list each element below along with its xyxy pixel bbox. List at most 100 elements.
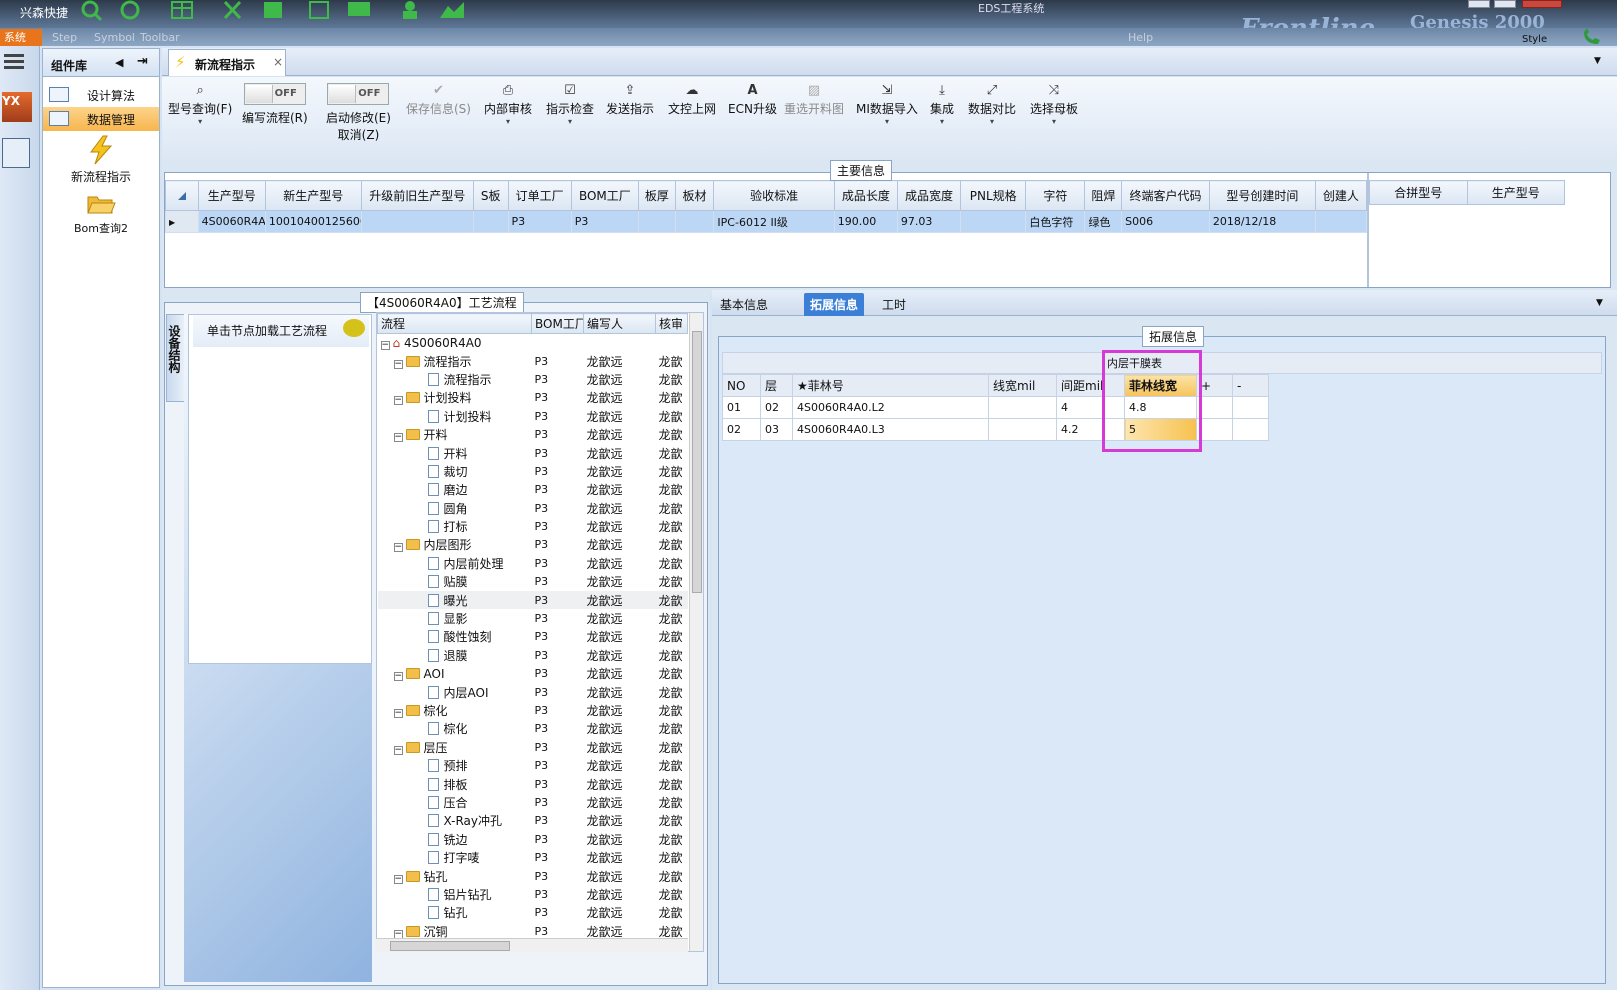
tree-node-cell[interactable]: 酸性蚀刻: [378, 628, 532, 646]
column-header[interactable]: 生产型号: [197, 180, 266, 211]
tree-node-cell[interactable]: X-Ray冲孔: [378, 812, 532, 830]
tree-node-cell[interactable]: 打字唛: [378, 848, 532, 866]
tree-node-cell[interactable]: 磨边: [378, 481, 532, 499]
column-header[interactable]: BOM工厂: [570, 180, 640, 211]
table-cell[interactable]: P3: [570, 210, 640, 233]
nav-item-data-management[interactable]: 数据管理: [43, 107, 159, 131]
table-cell[interactable]: 02: [760, 396, 793, 419]
tree-node-cell[interactable]: 棕化: [378, 720, 532, 738]
phone-icon[interactable]: [1580, 28, 1604, 46]
scrollbar-thumb[interactable]: [692, 331, 702, 593]
menu-icon[interactable]: [4, 54, 24, 57]
cancel-button[interactable]: 取消(Z): [326, 126, 391, 143]
collapse-icon[interactable]: −: [393, 709, 403, 718]
dropdown-arrow-icon[interactable]: ▾: [856, 117, 918, 126]
tree-node-cell[interactable]: − 钻孔: [378, 867, 532, 885]
tree-node-cell[interactable]: − 开料: [378, 425, 532, 443]
tree-node-cell[interactable]: 显影: [378, 609, 532, 627]
table-cell[interactable]: P3: [507, 210, 572, 233]
tab-work-hours[interactable]: 工时: [876, 293, 912, 316]
table-cell[interactable]: [1314, 210, 1368, 233]
toggle-switch[interactable]: OFF: [243, 83, 306, 105]
column-header[interactable]: 板材: [674, 180, 715, 211]
table-cell[interactable]: 97.03: [896, 210, 962, 233]
collapse-icon[interactable]: −: [393, 543, 403, 553]
tree-node-row[interactable]: 计划投料 P3 龙歆远 龙歆: [378, 407, 688, 425]
column-header[interactable]: 层: [760, 374, 793, 397]
column-header[interactable]: S板: [472, 180, 509, 211]
toggle-switch[interactable]: OFF: [327, 83, 390, 105]
tool-new-process-instruction[interactable]: 新流程指示: [43, 135, 159, 185]
tree-node-row[interactable]: 磨边 P3 龙歆远 龙歆: [378, 481, 688, 499]
collapse-icon[interactable]: −: [380, 340, 390, 350]
column-header[interactable]: 成品宽度: [896, 180, 962, 211]
merged-model-table[interactable]: 合拼型号 生产型号: [1369, 180, 1565, 205]
column-header[interactable]: 订单工厂: [507, 180, 572, 211]
dropdown-arrow-icon[interactable]: ▾: [968, 117, 1016, 126]
column-header[interactable]: 升级前旧生产型号: [360, 180, 474, 211]
table-cell[interactable]: 白色字符: [1025, 210, 1086, 233]
tree-node-cell[interactable]: 预排: [378, 756, 532, 774]
tree-node-cell[interactable]: 圆角: [378, 499, 532, 517]
column-header[interactable]: 终端客户代码: [1121, 180, 1210, 211]
column-header[interactable]: 流程: [377, 313, 532, 334]
tree-node-row[interactable]: 钻孔 P3 龙歆远 龙歆: [378, 904, 688, 922]
tab-list-dropdown-icon[interactable]: ▼: [1594, 56, 1601, 66]
write-process-toggle[interactable]: OFF 编写流程(R): [242, 83, 308, 126]
tree-node-row[interactable]: 内层前处理 P3 龙歆远 龙歆: [378, 554, 688, 572]
doc-control-online-button[interactable]: ☁ 文控上网: [668, 83, 716, 117]
dropdown-arrow-icon[interactable]: ▾: [168, 117, 232, 126]
table-cell[interactable]: 绿色: [1084, 210, 1123, 233]
style-menu[interactable]: Style: [1522, 34, 1547, 45]
tree-node-row[interactable]: − 内层图形 P3 龙歆远 龙歆: [378, 536, 688, 554]
table-cell[interactable]: 10010400125606: [264, 210, 362, 233]
tree-node-row[interactable]: − AOI P3 龙歆远 龙歆: [378, 665, 688, 683]
ecn-upgrade-button[interactable]: A ECN升级: [728, 83, 777, 117]
tree-node-row[interactable]: X-Ray冲孔 P3 龙歆远 龙歆: [378, 812, 688, 830]
maximize-button[interactable]: [1494, 0, 1516, 8]
menu-item-symbol[interactable]: Symbol: [94, 31, 135, 44]
table-cell[interactable]: [988, 396, 1057, 419]
reselect-cutting-chart-button[interactable]: ▨ 重选开料图: [784, 83, 844, 117]
tree-node-row[interactable]: 流程指示 P3 龙歆远 龙歆: [378, 370, 688, 388]
table-cell[interactable]: 03: [760, 418, 793, 441]
table-cell[interactable]: [1232, 418, 1269, 441]
tree-node-row[interactable]: 棕化 P3 龙歆远 龙歆: [378, 720, 688, 738]
tree-root-row[interactable]: − ⌂ 4S0060R4A0: [378, 334, 688, 352]
tree-node-row[interactable]: − 棕化 P3 龙歆远 龙歆: [378, 701, 688, 719]
table-row[interactable]: ▶ 4S0060R4A010010400125606 P3P3 IPC-6012 II…: [165, 210, 1368, 233]
column-header[interactable]: 新生产型号: [264, 180, 362, 211]
column-header[interactable]: 核审: [655, 313, 688, 334]
column-header[interactable]: PNL规格: [960, 180, 1027, 211]
nav-item-design-algorithm[interactable]: 设计算法: [43, 83, 159, 107]
quick-access-toolbar[interactable]: [80, 0, 500, 24]
tree-node-cell[interactable]: 内层前处理: [378, 554, 532, 572]
table-cell[interactable]: [988, 418, 1057, 441]
tree-node-cell[interactable]: 钻孔: [378, 904, 532, 922]
side-tab-equipment-structure[interactable]: 设备结构: [166, 314, 186, 402]
table-cell[interactable]: [674, 210, 715, 233]
instruction-check-button[interactable]: ☑ 指示检查 ▾: [546, 83, 594, 126]
table-cell[interactable]: 01: [722, 396, 761, 419]
table-cell[interactable]: 02: [722, 418, 761, 441]
tree-node-row[interactable]: 曝光 P3 龙歆远 龙歆: [377, 590, 688, 610]
calculator-icon[interactable]: [2, 138, 30, 168]
tree-node-row[interactable]: − 计划投料 P3 龙歆远 龙歆: [378, 389, 688, 407]
tree-node-row[interactable]: − 流程指示 P3 龙歆远 龙歆: [378, 352, 688, 370]
tree-node-cell[interactable]: 铝片钻孔: [378, 885, 532, 903]
load-hint-bar[interactable]: 单击节点加载工艺流程: [193, 315, 369, 347]
column-header[interactable]: 型号创建时间: [1208, 180, 1316, 211]
tree-node-row[interactable]: − 层压 P3 龙歆远 龙歆: [378, 738, 688, 756]
scrollbar-thumb[interactable]: [390, 941, 510, 951]
table-cell[interactable]: 4S0060R4A0.L2: [792, 396, 989, 419]
table-cell[interactable]: IPC-6012 II级: [713, 210, 835, 233]
model-query-button[interactable]: ⌕ 型号查询(F) ▾: [168, 83, 232, 126]
menu-item-step[interactable]: Step: [52, 31, 77, 44]
internal-review-button[interactable]: ⎙ 内部审核 ▾: [484, 83, 532, 126]
collapse-icon[interactable]: −: [393, 745, 403, 755]
column-header[interactable]: NO: [722, 374, 761, 397]
mi-data-import-button[interactable]: ⇲ MI数据导入 ▾: [856, 83, 918, 126]
select-mother-board-button[interactable]: ⤨ 选择母板 ▾: [1030, 83, 1078, 126]
dropdown-arrow-icon[interactable]: ▾: [546, 117, 594, 126]
column-header[interactable]: BOM工厂: [531, 313, 584, 334]
